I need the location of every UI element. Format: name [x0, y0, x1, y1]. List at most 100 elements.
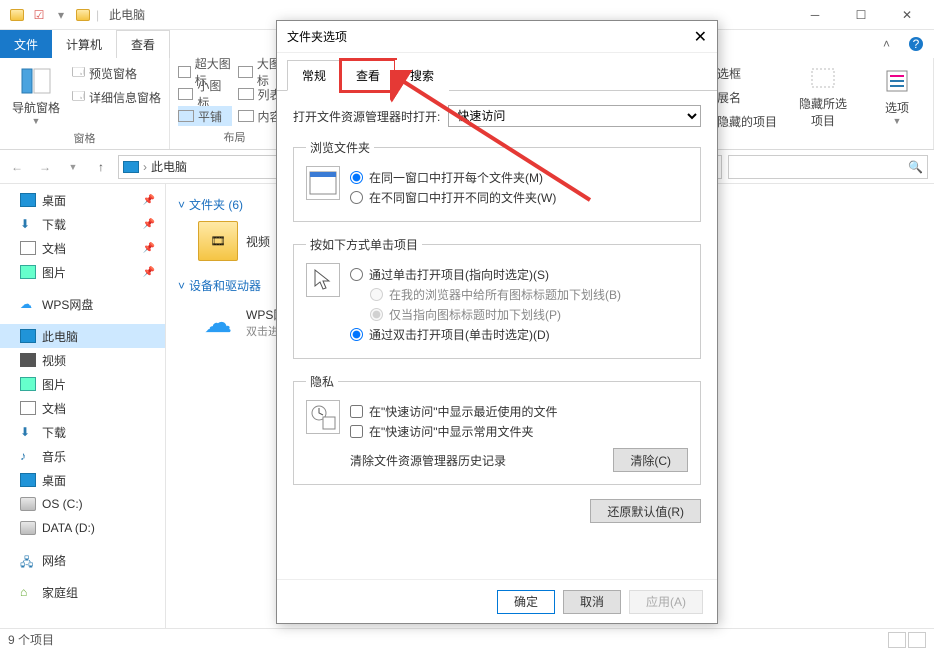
- chevron-down-icon: ˅: [178, 279, 185, 293]
- folders-header-label: 文件夹 (6): [189, 196, 243, 213]
- nav-pane-icon: [20, 65, 52, 97]
- dialog-close-button[interactable]: ✕: [694, 27, 707, 47]
- nav-pictures2[interactable]: 图片: [0, 372, 165, 396]
- back-button[interactable]: ←: [6, 156, 28, 178]
- details-view-button[interactable]: [888, 632, 906, 648]
- radio-new-window[interactable]: [350, 191, 363, 204]
- chevron-down-icon: ˅: [178, 198, 185, 212]
- nav-pane-button[interactable]: 导航窗格 ▼: [8, 62, 64, 128]
- open-with-select[interactable]: 快速访问: [448, 105, 701, 127]
- details-pane-button[interactable]: 🗔详细信息窗格: [72, 86, 161, 108]
- checkbox-recent-files[interactable]: [350, 405, 363, 418]
- dialog-tab-view[interactable]: 查看: [341, 60, 395, 91]
- clear-history-button[interactable]: 清除(C): [613, 448, 688, 472]
- file-tab[interactable]: 文件: [0, 30, 52, 58]
- cancel-button[interactable]: 取消: [563, 590, 621, 614]
- browse-folders-icon: [306, 166, 340, 200]
- explorer-icon: [8, 6, 26, 24]
- opt-double-click[interactable]: 通过双击打开项目(单击时选定)(D): [350, 326, 621, 343]
- nav-homegroup[interactable]: ⌂家庭组: [0, 580, 165, 604]
- options-button[interactable]: 选项 ▼: [869, 62, 925, 128]
- nav-pictures-label: 图片: [42, 264, 66, 281]
- nav-downloads[interactable]: ⬇下载📌: [0, 212, 165, 236]
- dialog-tabs: 常规 查看 搜索: [277, 53, 717, 91]
- radio-underline-point: [370, 308, 383, 321]
- layout-small[interactable]: 小图标: [178, 84, 232, 104]
- maximize-button[interactable]: ☐: [838, 0, 884, 30]
- show-hidden[interactable]: 隐藏的项目: [717, 110, 777, 132]
- wps-icon: ☁: [20, 297, 36, 311]
- nav-os-c-label: OS (C:): [42, 497, 83, 511]
- icons-view-button[interactable]: [908, 632, 926, 648]
- layout-tiles[interactable]: 平铺: [178, 106, 232, 126]
- nav-downloads2[interactable]: ⬇下载: [0, 420, 165, 444]
- nav-data-d[interactable]: DATA (D:): [0, 516, 165, 540]
- help-button[interactable]: ?: [904, 30, 928, 58]
- nav-music[interactable]: ♪音乐: [0, 444, 165, 468]
- browse-folders-legend: 浏览文件夹: [306, 139, 374, 156]
- apply-button[interactable]: 应用(A): [629, 590, 703, 614]
- radio-underline-all: [370, 288, 383, 301]
- qat-dropdown-icon[interactable]: ▾: [52, 6, 70, 24]
- view-tab[interactable]: 查看: [116, 30, 170, 58]
- hide-icon: [807, 61, 839, 93]
- opt-underline-point: 仅当指向图标标题时加下划线(P): [370, 306, 621, 323]
- nav-downloads-label: 下载: [42, 216, 66, 233]
- show-select-box[interactable]: 选框: [717, 62, 777, 84]
- nav-pane-label: 导航窗格: [12, 99, 60, 116]
- search-box[interactable]: 🔍: [728, 155, 928, 179]
- nav-pictures[interactable]: 图片📌: [0, 260, 165, 284]
- nav-desktop[interactable]: 桌面📌: [0, 188, 165, 212]
- checkbox-frequent-folders[interactable]: [350, 425, 363, 438]
- opt-recent-files[interactable]: 在"快速访问"中显示最近使用的文件: [350, 403, 688, 420]
- nav-wps[interactable]: ☁WPS网盘: [0, 292, 165, 316]
- radio-same-window[interactable]: [350, 171, 363, 184]
- dialog-tab-general[interactable]: 常规: [287, 60, 341, 91]
- devices-header-label: 设备和驱动器: [189, 277, 261, 294]
- nav-documents-label: 文档: [42, 240, 66, 257]
- nav-documents[interactable]: 文档 📌: [0, 236, 165, 260]
- computer-tab[interactable]: 计算机: [52, 30, 116, 58]
- radio-single-click[interactable]: [350, 268, 363, 281]
- clear-history-label: 清除文件资源管理器历史记录: [350, 452, 506, 469]
- ribbon-collapse-icon[interactable]: ˄: [869, 30, 904, 58]
- nav-videos[interactable]: 视频: [0, 348, 165, 372]
- nav-os-c[interactable]: OS (C:): [0, 492, 165, 516]
- breadcrumb-this-pc[interactable]: 此电脑: [151, 158, 187, 175]
- nav-videos-label: 视频: [42, 352, 66, 369]
- pin-icon: 📌: [143, 243, 155, 254]
- restore-defaults-button[interactable]: 还原默认值(R): [590, 499, 701, 523]
- nav-network[interactable]: 🖧网络: [0, 548, 165, 572]
- opt-same-window[interactable]: 在同一窗口中打开每个文件夹(M): [350, 169, 556, 186]
- ok-button[interactable]: 确定: [497, 590, 555, 614]
- up-button[interactable]: ↑: [90, 156, 112, 178]
- ribbon-panes-group: 导航窗格 ▼ 🗔预览窗格 🗔详细信息窗格 窗格: [0, 58, 170, 149]
- dialog-tab-search[interactable]: 搜索: [395, 60, 449, 91]
- nav-this-pc[interactable]: 此电脑: [0, 324, 165, 348]
- forward-button[interactable]: →: [34, 156, 56, 178]
- opt-underline-all: 在我的浏览器中给所有图标标题加下划线(B): [370, 286, 621, 303]
- tile-videos-label: 视频: [246, 233, 270, 250]
- opt-frequent-folders[interactable]: 在"快速访问"中显示常用文件夹: [350, 423, 688, 440]
- close-button[interactable]: ✕: [884, 0, 930, 30]
- navigation-pane: 桌面📌 ⬇下载📌 文档 📌 图片📌 ☁WPS网盘 此电脑 视频 图片 文档 ⬇下载…: [0, 184, 166, 628]
- explorer-small-icon: [74, 6, 92, 24]
- radio-double-click[interactable]: [350, 328, 363, 341]
- hide-selected-button[interactable]: 隐藏所选项目: [795, 62, 851, 128]
- history-dropdown[interactable]: ▼: [62, 156, 84, 178]
- options-label: 选项: [885, 99, 909, 116]
- dialog-footer: 确定 取消 应用(A): [277, 579, 717, 623]
- opt-new-window[interactable]: 在不同窗口中打开不同的文件夹(W): [350, 189, 556, 206]
- show-ext[interactable]: 展名: [717, 86, 777, 108]
- properties-icon[interactable]: ☑: [30, 6, 48, 24]
- show-ext-label: 展名: [717, 89, 741, 106]
- opt-single-click[interactable]: 通过单击打开项目(指向时选定)(S): [350, 266, 621, 283]
- privacy-legend: 隐私: [306, 373, 338, 390]
- preview-pane-button[interactable]: 🗔预览窗格: [72, 62, 161, 84]
- folder-videos-icon: 🎞: [198, 221, 238, 261]
- nav-desktop2[interactable]: 桌面: [0, 468, 165, 492]
- nav-desktop2-label: 桌面: [42, 472, 66, 489]
- minimize-button[interactable]: ─: [792, 0, 838, 30]
- svg-text:?: ?: [913, 37, 920, 51]
- nav-documents2[interactable]: 文档: [0, 396, 165, 420]
